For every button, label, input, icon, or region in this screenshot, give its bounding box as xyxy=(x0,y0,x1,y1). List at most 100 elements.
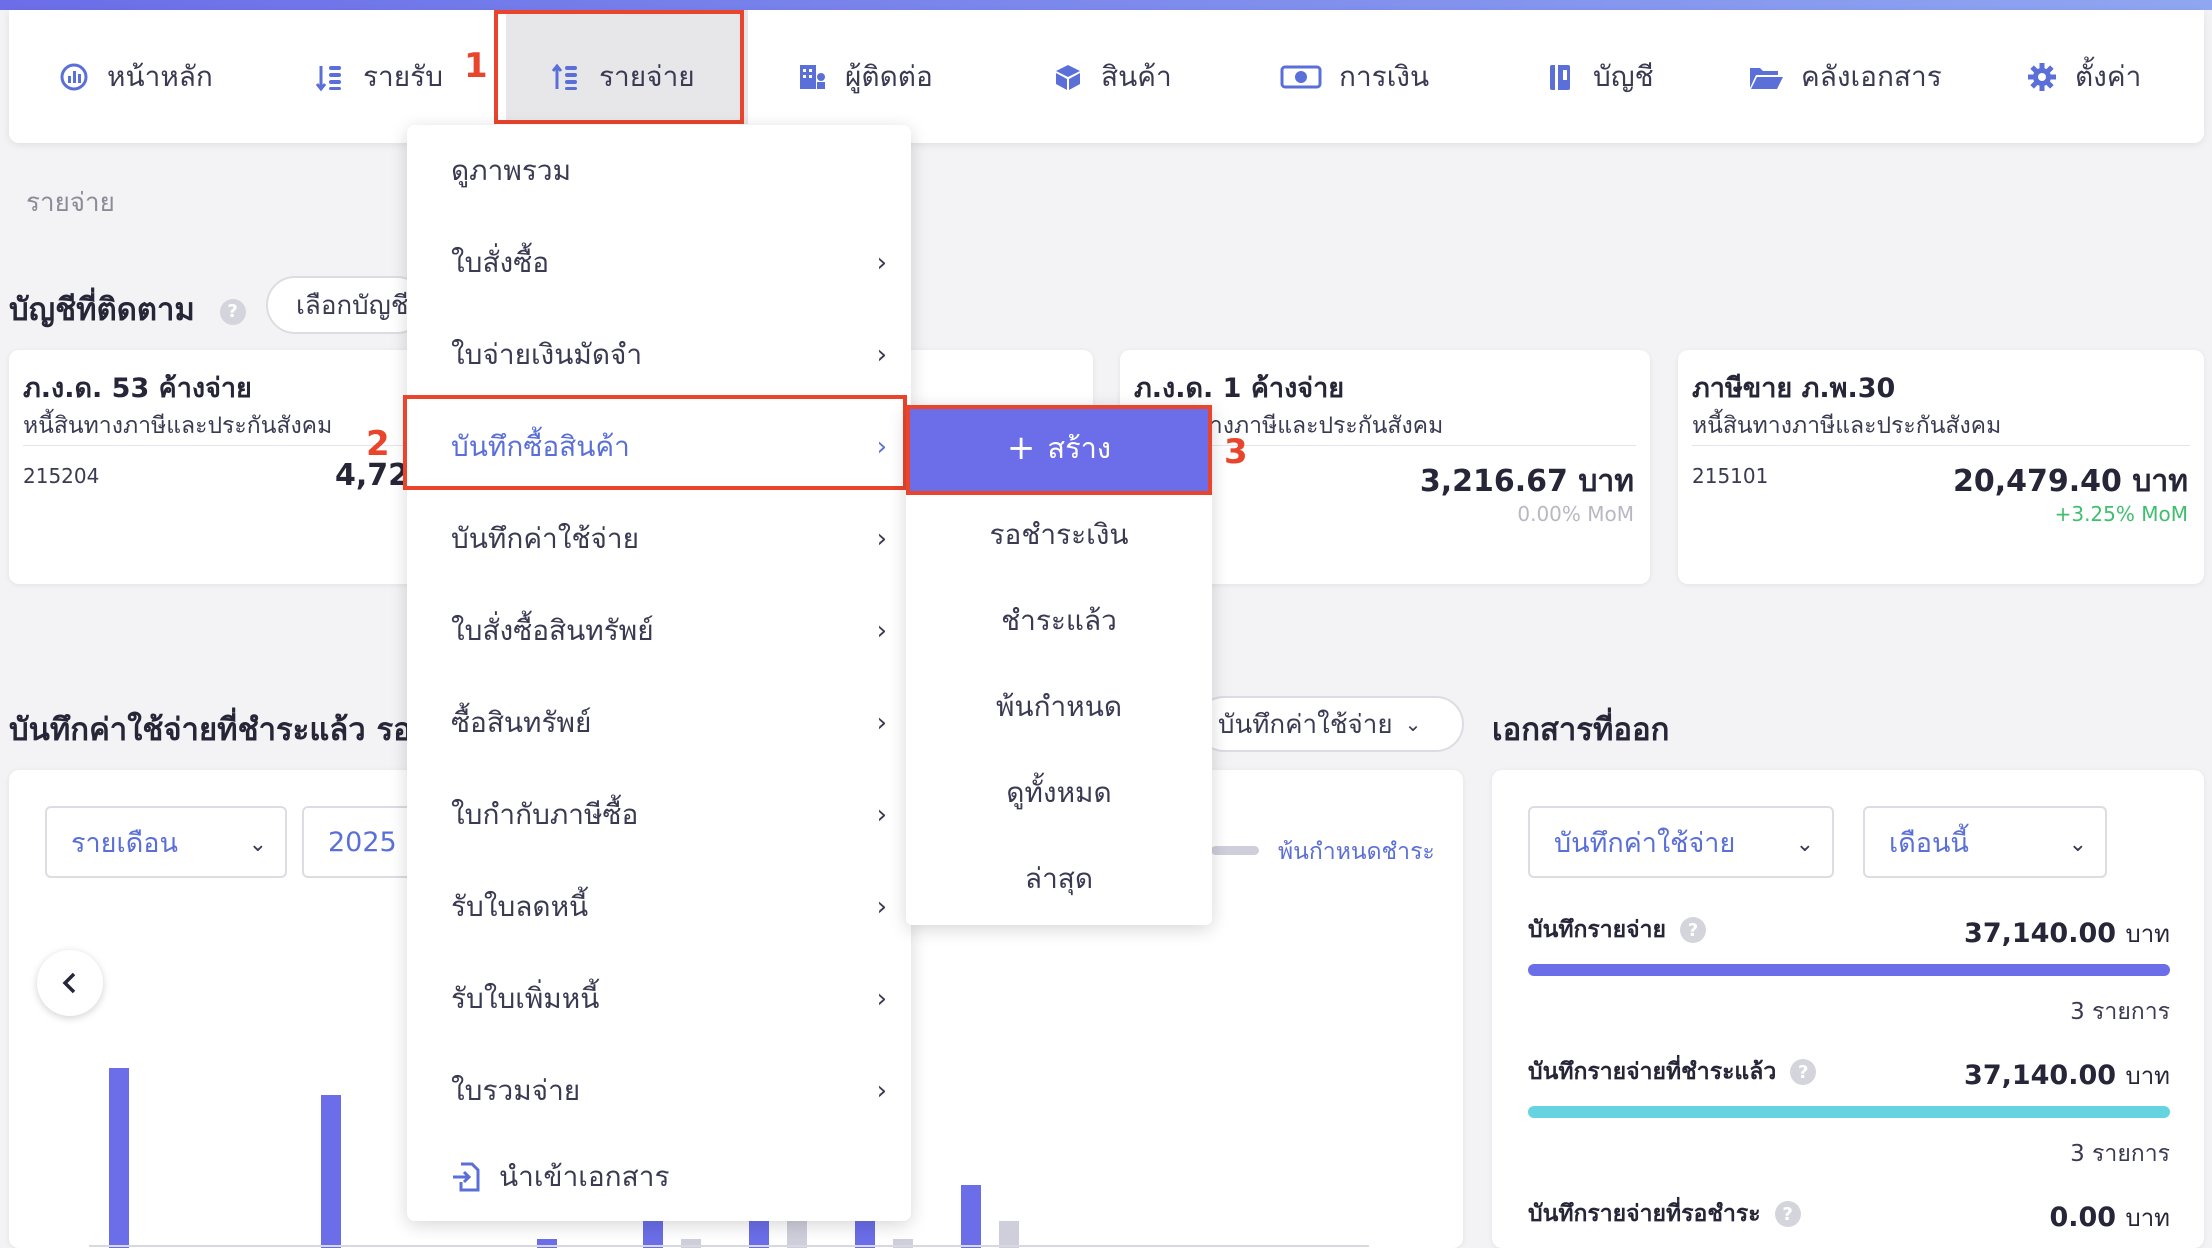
nav-label: ผู้ติดต่อ xyxy=(845,59,933,93)
menu-item-combined-payment[interactable]: ใบรวมจ่าย › xyxy=(407,1061,911,1121)
nav-label: รายรับ xyxy=(363,59,443,93)
nav-documents[interactable]: คลังเอกสาร xyxy=(1747,10,1942,143)
chart-bar xyxy=(961,1185,981,1248)
card-title: ภ.ง.ด. 53 ค้างจ่าย xyxy=(23,373,252,404)
menu-item-label: ซื้อสินทรัพย์ xyxy=(451,706,592,739)
card-title: ภาษีขาย ภ.พ.30 xyxy=(1692,373,1896,404)
menu-item-purchase-tax-invoice[interactable]: ใบกำกับภาษีซื้อ › xyxy=(407,785,911,845)
help-icon[interactable]: ? xyxy=(219,298,246,325)
submenu-item-label: พ้นกำหนด xyxy=(995,690,1123,723)
stat-value: 37,140.00 บาท xyxy=(1964,1056,2170,1095)
card-divider xyxy=(1692,445,2190,446)
docs-period-select[interactable]: เดือนนี้ ⌄ xyxy=(1863,806,2107,878)
menu-item-label: บันทึกค่าใช้จ่าย xyxy=(451,522,639,555)
menu-item-asset-purchase-order[interactable]: ใบสั่งซื้อสินทรัพย์ › xyxy=(407,601,911,661)
chevron-right-icon: › xyxy=(876,892,887,922)
submenu-item-label: ชำระแล้ว xyxy=(1001,604,1117,637)
chart-bar xyxy=(999,1221,1019,1248)
nav-dashboard[interactable]: หน้าหลัก xyxy=(57,10,213,143)
docs-type-select[interactable]: บันทึกค่าใช้จ่าย ⌄ xyxy=(1528,806,1834,878)
card-amount: 20,479.40 บาท xyxy=(1952,464,2188,499)
menu-item-deposit-payment[interactable]: ใบจ่ายเงินมัดจำ › xyxy=(407,325,911,385)
menu-item-label: นำเข้าเอกสาร xyxy=(499,1160,670,1193)
menu-item-label: ใบสั่งซื้อ xyxy=(451,246,550,279)
menu-item-import-documents[interactable]: นำเข้าเอกสาร xyxy=(407,1147,911,1207)
submenu-item-label: ล่าสุด xyxy=(1024,862,1094,895)
help-icon[interactable]: ? xyxy=(1790,1059,1817,1085)
help-icon[interactable]: ? xyxy=(1680,917,1707,943)
chevron-right-icon: › xyxy=(876,708,887,738)
menu-item-overview[interactable]: ดูภาพรวม xyxy=(407,141,911,201)
menu-item-purchase-record[interactable]: บันทึกซื้อสินค้า › xyxy=(407,417,911,477)
income-icon xyxy=(313,60,347,94)
card-mom: +3.25% MoM xyxy=(2054,502,2188,526)
page-title: รายจ่าย xyxy=(26,188,115,218)
nav-products[interactable]: สินค้า xyxy=(1051,10,1172,143)
stat-progress-bar xyxy=(1528,964,2170,976)
card-subtitle: หนี้สินทางภาษีและประกันสังคม xyxy=(23,413,333,439)
select-account-button[interactable]: เลือกบัญชี xyxy=(266,276,426,334)
dashboard-icon xyxy=(57,60,91,94)
stat-label: บันทึกรายจ่ายที่รอชำระ ? xyxy=(1528,1196,1801,1232)
menu-item-label: ใบจ่ายเงินมัดจำ xyxy=(451,338,643,371)
create-button[interactable]: + สร้าง xyxy=(906,405,1212,491)
menu-item-label: บันทึกซื้อสินค้า xyxy=(451,430,630,463)
chart-type-label: บันทึกค่าใช้จ่าย xyxy=(1218,709,1393,740)
expense-chart-title: บันทึกค่าใช้จ่ายที่ชำระแล้ว รอชำ xyxy=(9,712,407,748)
stat-label: บันทึกรายจ่าย ? xyxy=(1528,912,1707,948)
card-divider xyxy=(23,445,415,446)
nav-label: รายจ่าย xyxy=(599,59,695,93)
step-number: 2 xyxy=(366,424,390,464)
submenu-item-latest[interactable]: ล่าสุด xyxy=(906,849,1212,909)
submenu-item-paid[interactable]: ชำระแล้ว xyxy=(906,591,1212,651)
nav-label: สินค้า xyxy=(1101,59,1172,93)
menu-item-debit-note[interactable]: รับใบเพิ่มหนี้ › xyxy=(407,969,911,1029)
submenu-item-overdue[interactable]: พ้นกำหนด xyxy=(906,677,1212,737)
chevron-right-icon: › xyxy=(876,432,887,462)
submenu-item-awaiting-payment[interactable]: รอชำระเงิน xyxy=(906,505,1212,565)
submenu-item-view-all[interactable]: ดูทั้งหมด xyxy=(906,763,1212,823)
issued-docs-title: เอกสารที่ออก xyxy=(1492,712,1670,748)
card-amount: 3,216.67 บาท xyxy=(1419,464,1634,499)
nav-finance[interactable]: การเงิน xyxy=(1279,10,1429,143)
menu-item-label: ใบสั่งซื้อสินทรัพย์ xyxy=(451,614,654,647)
money-icon xyxy=(1279,60,1323,94)
chart-bar xyxy=(321,1095,341,1248)
nav-expense[interactable]: รายจ่าย xyxy=(549,10,695,143)
card-subtitle: หนี้สินทางภาษีและประกันสังคม xyxy=(1692,413,2002,439)
nav-settings[interactable]: ตั้งค่า xyxy=(2025,10,2141,143)
stat-progress-bar xyxy=(1528,1106,2170,1118)
stat-amount: 37,140.00 xyxy=(1964,1060,2117,1091)
card-mom: 0.00% MoM xyxy=(1517,502,1634,526)
menu-item-label: รับใบลดหนี้ xyxy=(451,890,589,923)
menu-item-asset-purchase[interactable]: ซื้อสินทรัพย์ › xyxy=(407,693,911,753)
account-card[interactable]: ภ.ง.ด. 53 ค้างจ่าย หนี้สินทางภาษีและประก… xyxy=(9,350,429,584)
nav-contacts[interactable]: ผู้ติดต่อ xyxy=(795,10,933,143)
nav-accounting[interactable]: บัญชี xyxy=(1543,10,1654,143)
plus-icon: + xyxy=(1006,428,1036,468)
step-number: 1 xyxy=(464,46,488,86)
nav-income[interactable]: รายรับ xyxy=(313,10,443,143)
stat-amount: 0.00 xyxy=(2049,1202,2117,1233)
folder-icon xyxy=(1747,60,1785,94)
stat-unit: บาท xyxy=(2125,1204,2170,1232)
chevron-right-icon: › xyxy=(876,340,887,370)
nav-label: บัญชี xyxy=(1593,59,1654,93)
menu-item-credit-note[interactable]: รับใบลดหนี้ › xyxy=(407,877,911,937)
nav-label: คลังเอกสาร xyxy=(1801,59,1942,93)
chart-bar xyxy=(787,1221,807,1248)
docs-type-value: บันทึกค่าใช้จ่าย xyxy=(1554,827,1736,859)
menu-item-expense-record[interactable]: บันทึกค่าใช้จ่าย › xyxy=(407,509,911,569)
watched-accounts-label: บัญชีที่ติดตาม xyxy=(9,292,195,328)
purchase-record-submenu: + สร้าง รอชำระเงิน ชำระแล้ว พ้นกำหนด ดูท… xyxy=(906,405,1212,925)
help-icon[interactable]: ? xyxy=(1774,1201,1801,1227)
top-accent-bar xyxy=(0,0,2212,10)
account-card[interactable]: ภาษีขาย ภ.พ.30 หนี้สินทางภาษีและประกันสั… xyxy=(1678,350,2204,584)
chevron-down-icon: ⌄ xyxy=(1795,832,1814,857)
expense-icon xyxy=(549,60,583,94)
chevron-right-icon: › xyxy=(876,984,887,1014)
chart-type-select[interactable]: บันทึกค่าใช้จ่าย ⌄ xyxy=(1196,696,1464,752)
menu-item-purchase-order[interactable]: ใบสั่งซื้อ › xyxy=(407,233,911,293)
stat-unit: บาท xyxy=(2125,1062,2170,1090)
menu-item-label: ใบรวมจ่าย xyxy=(451,1074,581,1107)
